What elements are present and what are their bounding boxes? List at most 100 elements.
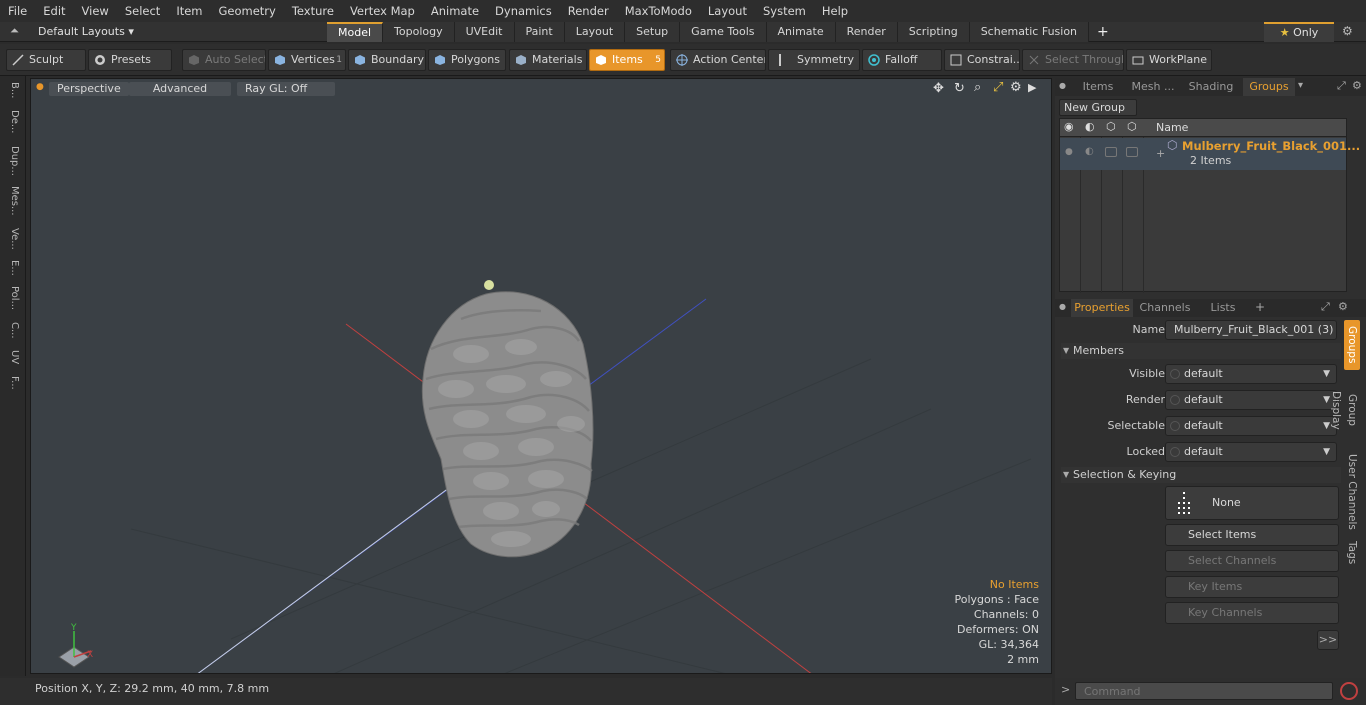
workplane-button[interactable]: WorkPlane	[1126, 49, 1212, 71]
members-section[interactable]: ▼ Members	[1061, 343, 1341, 359]
tab-render[interactable]: Render	[835, 22, 898, 42]
vertices-button[interactable]: Vertices 1	[268, 49, 346, 71]
tab-schematic-fusion[interactable]: Schematic Fusion	[969, 22, 1090, 42]
move-view-icon[interactable]: ✥	[933, 81, 944, 96]
tab-mesh[interactable]: Mesh ...	[1127, 78, 1179, 96]
presets-button[interactable]: Presets	[88, 49, 172, 71]
selection-keying-section[interactable]: ▼ Selection & Keying	[1061, 467, 1341, 483]
tab-items[interactable]: Items	[1073, 78, 1123, 96]
group-name[interactable]: Mulberry_Fruit_Black_001...	[1182, 139, 1360, 153]
boundary-button[interactable]: Boundary	[348, 49, 426, 71]
select-channels-button[interactable]: Select Channels	[1165, 550, 1339, 572]
add-tab-plus-icon[interactable]: +	[1089, 22, 1117, 42]
tab-dropdown-icon[interactable]: ▾	[1298, 80, 1303, 91]
visible-dropdown[interactable]: default ▼	[1165, 364, 1337, 384]
menu-system[interactable]: System	[755, 0, 814, 22]
row-render-icon[interactable]: ◐	[1085, 146, 1094, 157]
rotate-view-icon[interactable]: ↻	[954, 81, 965, 96]
advanced-button[interactable]: Advanced	[129, 82, 231, 96]
locked-dropdown[interactable]: default ▼	[1165, 442, 1337, 462]
perspective-button[interactable]: Perspective	[49, 82, 129, 96]
tab-paint[interactable]: Paint	[514, 22, 565, 42]
side-tab-group-display[interactable]: Group Display	[1330, 374, 1360, 446]
menu-dynamics[interactable]: Dynamics	[487, 0, 560, 22]
panel-expand-icon[interactable]: ⤢	[1321, 300, 1330, 314]
tab-model[interactable]: Model	[327, 22, 384, 42]
action-center-button[interactable]: Action Center	[670, 49, 766, 71]
row-lock-checkbox[interactable]	[1126, 147, 1138, 157]
side-tab-tags[interactable]: Tags	[1344, 538, 1360, 568]
raygl-button[interactable]: Ray GL: Off	[237, 82, 335, 96]
sidebar-tab-basic[interactable]: B...	[4, 82, 20, 106]
sidebar-tab-vertex[interactable]: Ve...	[4, 228, 20, 258]
name-field[interactable]: Mulberry_Fruit_Black_001 (3)	[1165, 320, 1337, 340]
tab-layout[interactable]: Layout	[564, 22, 626, 42]
menu-animate[interactable]: Animate	[423, 0, 487, 22]
menu-select[interactable]: Select	[117, 0, 168, 22]
lock-icon[interactable]: ⬡	[1127, 120, 1137, 133]
select-icon[interactable]: ⬡	[1106, 120, 1116, 133]
tab-uvedit[interactable]: UVEdit	[454, 22, 515, 42]
default-layouts-dropdown[interactable]: Default Layouts ▾	[38, 22, 134, 42]
sculpt-button[interactable]: Sculpt	[6, 49, 86, 71]
zoom-view-icon[interactable]: ⌕	[974, 80, 981, 95]
command-input[interactable]	[1075, 682, 1333, 700]
render-icon[interactable]: ◐	[1085, 120, 1095, 133]
record-icon[interactable]	[1340, 682, 1358, 700]
menu-view[interactable]: View	[74, 0, 117, 22]
add-tab-plus-icon[interactable]: +	[1255, 300, 1265, 314]
key-items-button[interactable]: Key Items	[1165, 576, 1339, 598]
sidebar-tab-polygon[interactable]: Pol...	[4, 286, 20, 318]
key-channels-button[interactable]: Key Channels	[1165, 602, 1339, 624]
new-group-button[interactable]: New Group	[1059, 99, 1137, 116]
select-through-button[interactable]: Select Through	[1022, 49, 1124, 71]
sidebar-tab-mesh[interactable]: Mes...	[4, 186, 20, 224]
menu-edit[interactable]: Edit	[35, 0, 73, 22]
panel-gear-icon[interactable]: ⚙	[1352, 79, 1362, 92]
menu-vertex-map[interactable]: Vertex Map	[342, 0, 423, 22]
name-column-header[interactable]: Name	[1156, 121, 1188, 134]
polygons-button[interactable]: Polygons	[428, 49, 506, 71]
sidebar-tab-curve[interactable]: C...	[4, 322, 20, 346]
tab-game-tools[interactable]: Game Tools	[680, 22, 767, 42]
eye-icon[interactable]: ◉	[1064, 120, 1074, 133]
menu-help[interactable]: Help	[814, 0, 856, 22]
mulberry-mesh[interactable]	[421, 280, 594, 558]
row-select-checkbox[interactable]	[1105, 147, 1117, 157]
items-button[interactable]: Items 5	[589, 49, 665, 71]
menu-geometry[interactable]: Geometry	[211, 0, 284, 22]
menu-layout[interactable]: Layout	[700, 0, 755, 22]
sidebar-tab-fusion[interactable]: F...	[4, 376, 20, 406]
menu-texture[interactable]: Texture	[284, 0, 342, 22]
panel-expand-icon[interactable]: ⤢	[1337, 79, 1346, 93]
sidebar-tab-edge[interactable]: E...	[4, 260, 20, 282]
select-items-button[interactable]: Select Items	[1165, 524, 1339, 546]
symmetry-button[interactable]: Symmetry	[768, 49, 860, 71]
auto-select-button[interactable]: Auto Select	[182, 49, 266, 71]
falloff-button[interactable]: Falloff	[862, 49, 942, 71]
3d-viewport[interactable]: Y X ● Perspective Advanced Ray GL: Off ✥…	[30, 78, 1052, 674]
row-eye-icon[interactable]: ●	[1065, 147, 1073, 157]
viewport-gear-icon[interactable]: ⚙	[1010, 80, 1022, 95]
tab-groups[interactable]: Groups	[1243, 78, 1295, 96]
side-tab-groups[interactable]: Groups	[1344, 320, 1360, 370]
tab-topology[interactable]: Topology	[383, 22, 455, 42]
sidebar-tab-duplicate[interactable]: Dup...	[4, 146, 20, 182]
tab-shading[interactable]: Shading	[1183, 78, 1239, 96]
constraints-button[interactable]: Constrai...	[944, 49, 1020, 71]
menu-file[interactable]: File	[0, 0, 35, 22]
fit-view-icon[interactable]: ⤢	[993, 80, 1003, 95]
tab-setup[interactable]: Setup	[625, 22, 681, 42]
none-picker-button[interactable]: None	[1165, 486, 1339, 520]
tab-scripting[interactable]: Scripting	[897, 22, 970, 42]
more-button[interactable]: >>	[1317, 630, 1339, 650]
layout-arrow-icon[interactable]: ⏶	[10, 24, 19, 38]
render-dropdown[interactable]: default ▼	[1165, 390, 1337, 410]
sidebar-tab-deform[interactable]: De...	[4, 110, 20, 142]
tab-animate[interactable]: Animate	[766, 22, 836, 42]
sidebar-tab-uv[interactable]: UV	[4, 350, 20, 372]
menu-render[interactable]: Render	[560, 0, 617, 22]
panel-gear-icon[interactable]: ⚙	[1338, 300, 1348, 313]
expand-plus-icon[interactable]: +	[1156, 147, 1165, 160]
tab-properties[interactable]: Properties	[1071, 299, 1133, 317]
